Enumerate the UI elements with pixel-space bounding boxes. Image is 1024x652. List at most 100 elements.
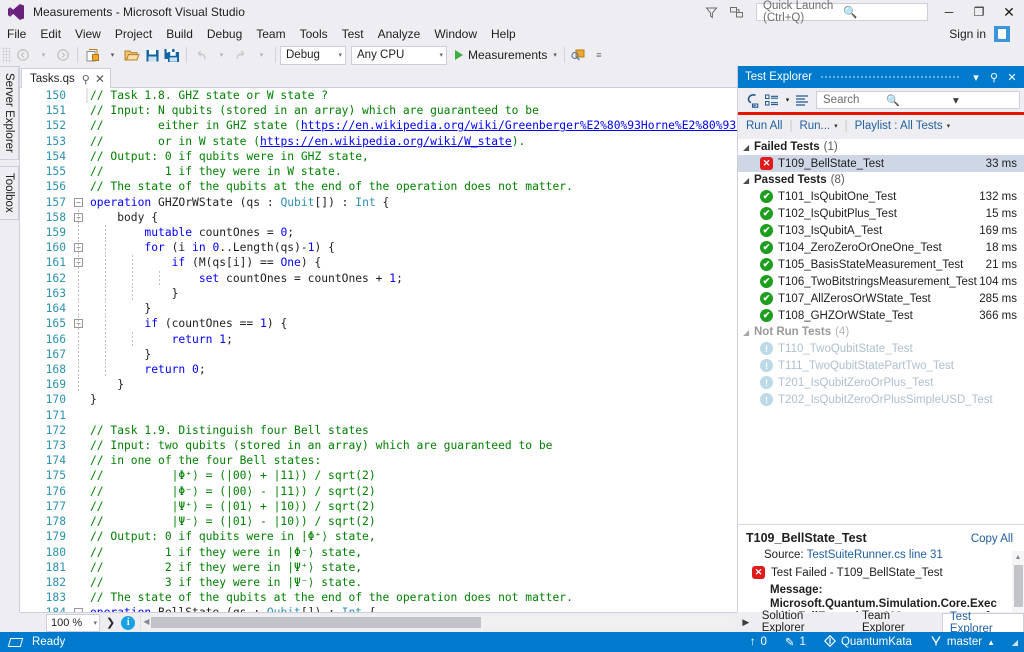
- panel-menu-button[interactable]: ▾: [967, 67, 985, 87]
- tab-team-explorer[interactable]: Team Explorer: [855, 613, 942, 632]
- sign-in-button[interactable]: Sign in: [941, 27, 994, 41]
- hscrollbar-thumb[interactable]: [151, 617, 481, 628]
- menu-view[interactable]: View: [68, 25, 108, 44]
- panel-pin-icon[interactable]: ⚲: [985, 67, 1003, 87]
- expand-collapse-icon[interactable]: ◢: [743, 176, 754, 185]
- tab-solution-explorer[interactable]: Solution Explorer: [755, 613, 855, 632]
- chevron-down-icon[interactable]: ▾: [830, 122, 838, 130]
- minimize-button[interactable]: ─: [934, 0, 964, 24]
- branch-indicator[interactable]: master ▲: [921, 635, 1004, 650]
- menu-file[interactable]: File: [0, 25, 33, 44]
- navigate-backward-dropdown[interactable]: ▾: [33, 45, 53, 65]
- chevron-down-icon[interactable]: ▾: [943, 122, 951, 130]
- undo-dropdown[interactable]: ▾: [211, 45, 231, 65]
- start-debugging-button[interactable]: Measurements ▾: [452, 45, 560, 65]
- code-editor[interactable]: 150// Task 1.8. GHZ state or W state ?15…: [20, 88, 737, 612]
- test-list-item[interactable]: T111_TwoQubitStatePartTwo_Test: [738, 357, 1024, 374]
- test-list-item[interactable]: T110_TwoQubitState_Test: [738, 340, 1024, 357]
- solution-configuration-combo[interactable]: Debug ▾: [280, 46, 346, 65]
- test-list-item[interactable]: T202_IsQubitZeroOrPlusSimpleUSD_Test: [738, 391, 1024, 408]
- feedback-funnel-icon[interactable]: [698, 1, 724, 23]
- fold-toggle-icon[interactable]: −: [74, 198, 83, 207]
- test-group-header[interactable]: ◢Passed Tests(8): [738, 172, 1024, 188]
- test-list-item[interactable]: T103_IsQubitA_Test169 ms: [738, 222, 1024, 239]
- copy-all-button[interactable]: Copy All: [971, 533, 1019, 545]
- expand-collapse-icon[interactable]: ◢: [743, 143, 754, 152]
- open-file-icon[interactable]: [122, 45, 142, 65]
- test-list-item[interactable]: T109_BellState_Test33 ms: [738, 155, 1024, 172]
- test-group-header[interactable]: ◢Not Run Tests(4): [738, 324, 1024, 340]
- test-list-item[interactable]: T108_GHZOrWState_Test366 ms: [738, 307, 1024, 324]
- test-list-item[interactable]: T106_TwoBitstringsMeasurement_Test104 ms: [738, 273, 1024, 290]
- toolbar-overflow-icon[interactable]: [569, 45, 589, 65]
- test-list-item[interactable]: T101_IsQubitOne_Test132 ms: [738, 188, 1024, 205]
- menu-build[interactable]: Build: [159, 25, 200, 44]
- panel-close-icon[interactable]: ✕: [1003, 67, 1021, 87]
- menu-edit[interactable]: Edit: [33, 25, 68, 44]
- source-link[interactable]: TestSuiteRunner.cs line 31: [807, 549, 943, 561]
- toolbar-grip[interactable]: [2, 47, 11, 63]
- test-list-item[interactable]: T102_IsQubitPlus_Test15 ms: [738, 205, 1024, 222]
- scroll-up-arrow-icon[interactable]: ▲: [1012, 551, 1024, 563]
- run-menu-button[interactable]: Run...: [799, 120, 830, 132]
- chevron-down-icon[interactable]: ▾: [950, 93, 1016, 107]
- resize-grip[interactable]: ◢: [1004, 638, 1018, 647]
- sidebar-tab-toolbox[interactable]: Toolbox: [0, 166, 19, 220]
- redo-button[interactable]: [231, 45, 251, 65]
- navigate-forward-button[interactable]: [53, 45, 73, 65]
- group-by-dropdown[interactable]: ▾: [782, 90, 792, 110]
- solution-platform-combo[interactable]: Any CPU ▾: [351, 46, 447, 65]
- sidebar-tab-server-explorer[interactable]: Server Explorer: [0, 66, 19, 160]
- tab-overflow-icon[interactable]: ▶: [737, 613, 755, 632]
- menu-project[interactable]: Project: [108, 25, 159, 44]
- info-icon[interactable]: i: [121, 616, 135, 630]
- pending-changes[interactable]: ✎ 1: [776, 635, 815, 649]
- new-project-dropdown[interactable]: ▾: [102, 45, 122, 65]
- run-tests-icon[interactable]: [742, 90, 762, 110]
- quick-launch-input[interactable]: Quick Launch (Ctrl+Q) 🔍: [756, 3, 928, 21]
- save-all-icon[interactable]: [162, 45, 182, 65]
- detail-scrollbar-thumb[interactable]: [1014, 565, 1023, 607]
- tab-test-explorer[interactable]: Test Explorer: [942, 613, 1024, 632]
- panel-drag-handle[interactable]: [820, 66, 959, 88]
- navigate-backward-button[interactable]: [13, 45, 33, 65]
- menu-analyze[interactable]: Analyze: [371, 25, 428, 44]
- test-group-header[interactable]: ◢Failed Tests(1): [738, 139, 1024, 155]
- menu-window[interactable]: Window: [427, 25, 484, 44]
- pin-icon[interactable]: ⚲: [82, 73, 90, 86]
- menu-tools[interactable]: Tools: [293, 25, 335, 44]
- expand-collapse-icon[interactable]: ◢: [743, 328, 754, 337]
- new-project-icon[interactable]: [82, 45, 102, 65]
- navigation-expand-button[interactable]: ❯: [100, 616, 121, 629]
- close-button[interactable]: ✕: [994, 0, 1024, 24]
- run-all-button[interactable]: Run All: [746, 120, 782, 132]
- code-token[interactable]: https://en.wikipedia.org/wiki/Greenberge…: [301, 119, 737, 132]
- toolbar-options-button[interactable]: ≡: [589, 45, 609, 65]
- test-list-item[interactable]: T104_ZeroZeroOrOneOne_Test18 ms: [738, 239, 1024, 256]
- menu-help[interactable]: Help: [484, 25, 523, 44]
- scroll-left-arrow-icon[interactable]: ◀: [143, 617, 149, 626]
- notification-badge-icon[interactable]: [994, 26, 1010, 42]
- send-feedback-icon[interactable]: [724, 1, 750, 23]
- editor-horizontal-scrollbar[interactable]: ◀: [140, 615, 735, 630]
- test-list-item[interactable]: T105_BasisStateMeasurement_Test21 ms: [738, 256, 1024, 273]
- unpublished-commits[interactable]: ↑ 0: [741, 636, 776, 648]
- maximize-button[interactable]: ❐: [964, 0, 994, 24]
- test-list-item[interactable]: T201_IsQubitZeroOrPlus_Test: [738, 374, 1024, 391]
- close-icon[interactable]: ✕: [95, 72, 105, 86]
- repository-indicator[interactable]: QuantumKata: [815, 635, 921, 650]
- playlist-button[interactable]: Playlist : All Tests: [855, 120, 943, 132]
- test-list-item[interactable]: T107_AllZerosOrWState_Test285 ms: [738, 290, 1024, 307]
- zoom-level-combo[interactable]: 100 % ▾: [46, 614, 100, 632]
- document-tab-tasks-qs[interactable]: Tasks.qs ⚲ ✕: [21, 68, 111, 89]
- test-search-input[interactable]: Search 🔍 ▾: [816, 91, 1020, 109]
- save-icon[interactable]: [142, 45, 162, 65]
- test-list[interactable]: ◢Failed Tests(1)T109_BellState_Test33 ms…: [738, 139, 1024, 524]
- menu-test[interactable]: Test: [335, 25, 371, 44]
- undo-button[interactable]: [191, 45, 211, 65]
- group-by-icon[interactable]: [762, 90, 782, 110]
- menu-debug[interactable]: Debug: [200, 25, 249, 44]
- redo-dropdown[interactable]: ▾: [251, 45, 271, 65]
- list-settings-icon[interactable]: [792, 90, 812, 110]
- menu-team[interactable]: Team: [249, 25, 292, 44]
